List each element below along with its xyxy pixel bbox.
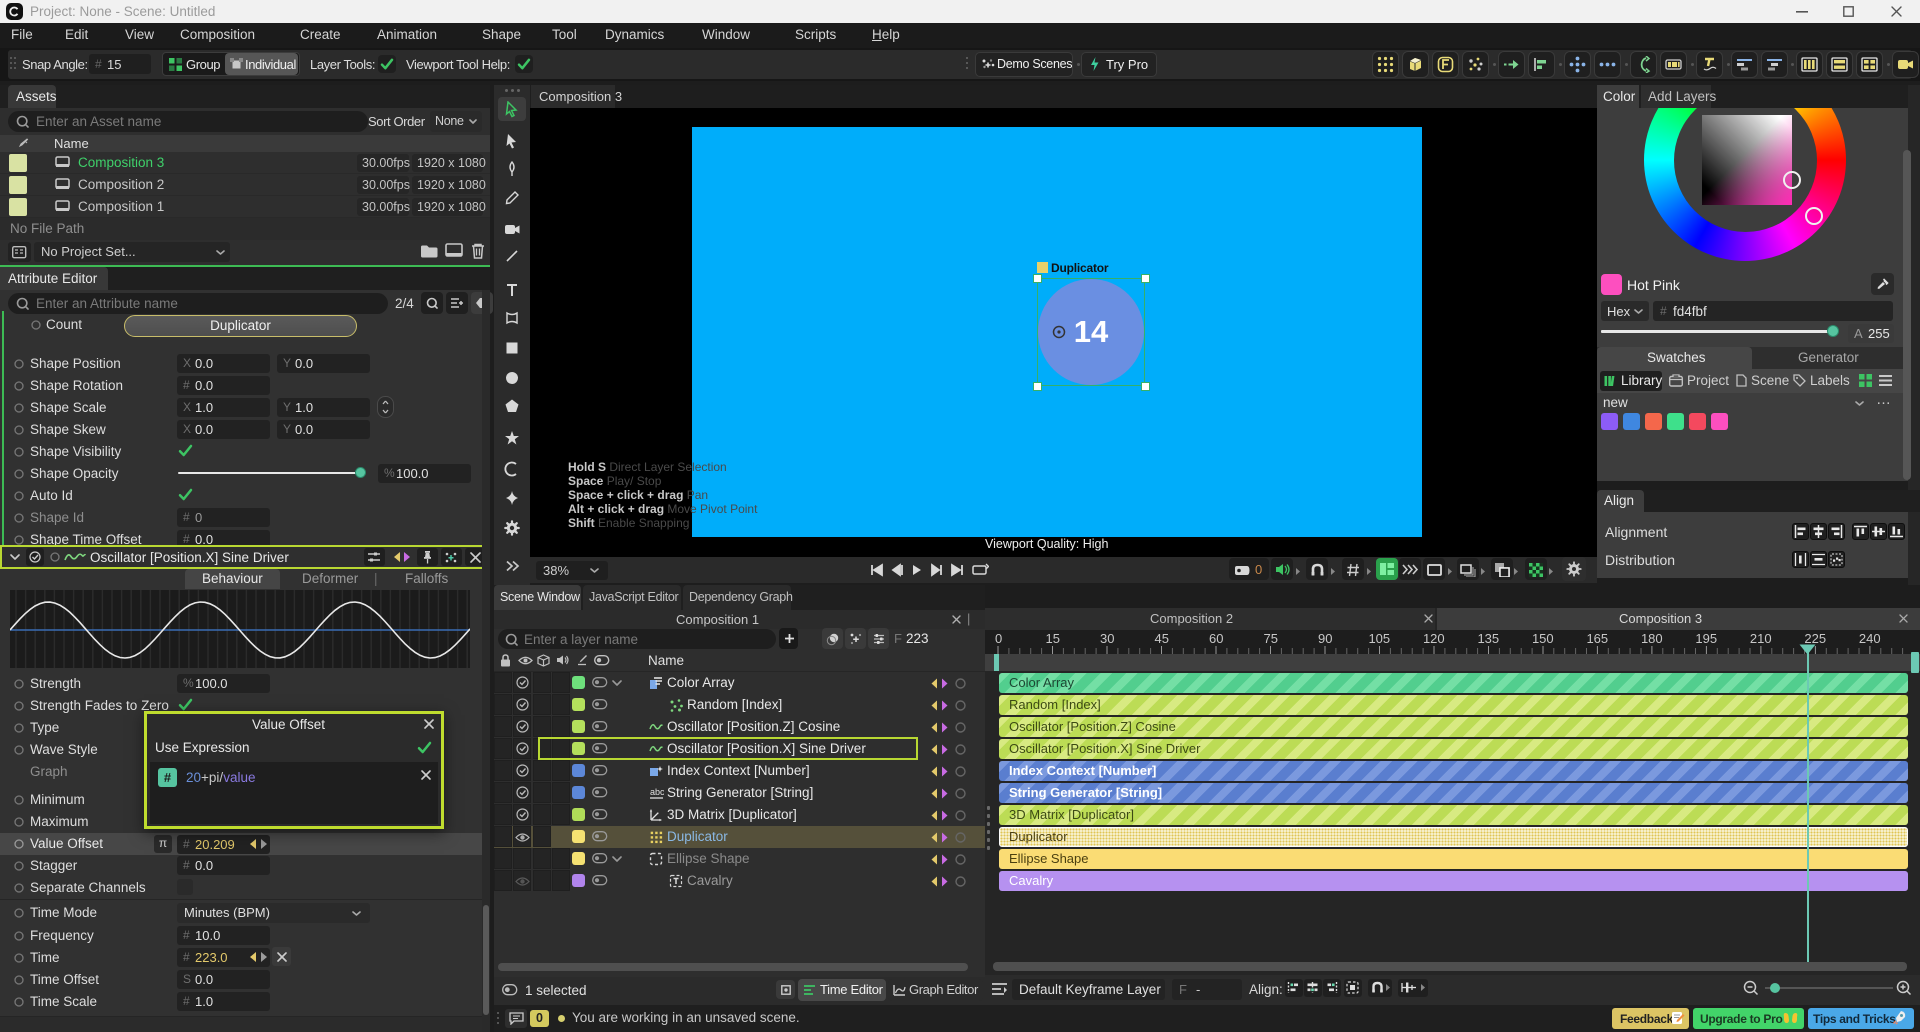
svg-text:abc: abc: [650, 787, 664, 797]
